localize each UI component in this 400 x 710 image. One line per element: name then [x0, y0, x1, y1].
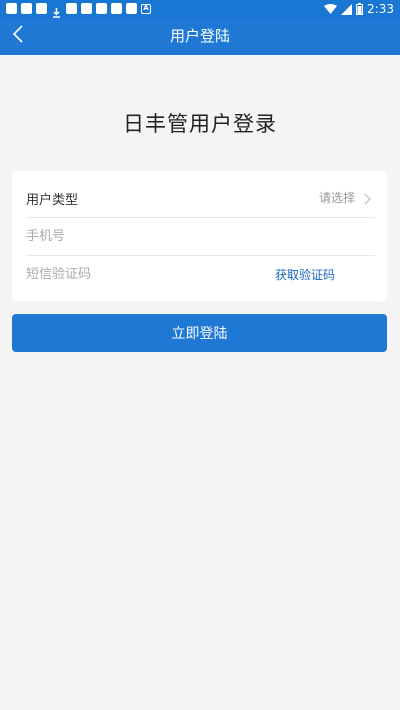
user-type-row[interactable]: 用户类型 请选择	[26, 179, 375, 218]
phone-input[interactable]	[26, 228, 226, 244]
sms-code-row: 获取验证码	[26, 255, 375, 293]
chevron-right-icon	[361, 191, 373, 205]
user-type-select[interactable]: 请选择	[319, 189, 355, 206]
app-bar: 用户登陆	[0, 18, 400, 55]
notification-icon	[36, 3, 47, 14]
notification-icon	[96, 3, 107, 14]
notification-icon	[81, 3, 92, 14]
system-status-icons: 2:33	[324, 1, 394, 17]
phone-row	[26, 217, 375, 256]
signal-icon	[341, 0, 353, 19]
status-time: 2:33	[367, 2, 394, 16]
wifi-icon	[324, 0, 338, 19]
login-heading: 日丰管用户登录	[123, 112, 277, 136]
sms-code-input[interactable]	[26, 266, 226, 282]
login-button[interactable]: 立即登陆	[12, 314, 387, 352]
notification-icon	[21, 3, 32, 14]
accessibility-icon: A	[141, 3, 151, 14]
chevron-left-icon	[12, 25, 24, 47]
notification-icon	[6, 3, 17, 14]
user-type-label: 用户类型	[26, 192, 79, 208]
download-icon	[51, 3, 62, 18]
notification-icon	[111, 3, 122, 14]
login-form: 用户类型 请选择 获取验证码	[12, 171, 387, 301]
notification-icons: A	[6, 3, 151, 18]
back-button[interactable]	[6, 22, 30, 50]
page-title: 用户登陆	[169, 27, 230, 45]
get-code-button[interactable]: 获取验证码	[275, 266, 335, 283]
battery-icon	[356, 0, 364, 19]
notification-icon	[126, 3, 137, 14]
status-bar: A 2:33	[0, 0, 400, 18]
notification-icon	[66, 3, 77, 14]
